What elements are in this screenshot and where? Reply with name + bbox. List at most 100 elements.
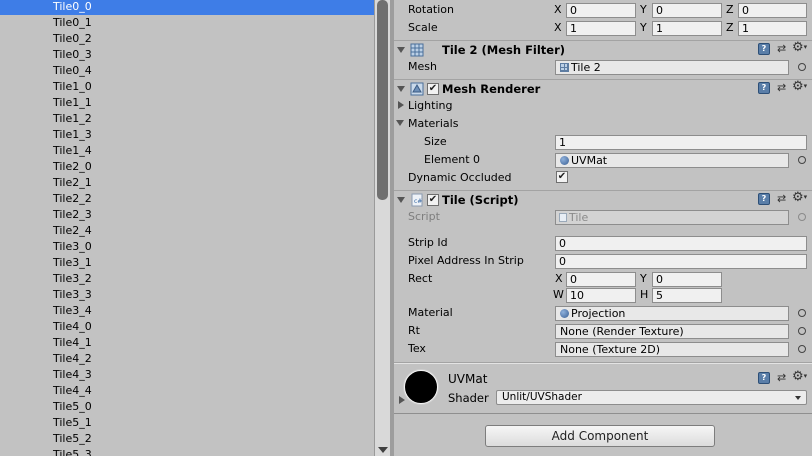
scroll-down-arrow-icon[interactable] bbox=[378, 447, 388, 453]
hierarchy-item[interactable]: Tile2_0 bbox=[0, 159, 374, 175]
hierarchy-item[interactable]: Tile4_1 bbox=[0, 335, 374, 351]
object-picker-icon[interactable] bbox=[798, 327, 806, 335]
scale-x-axis-label: X bbox=[554, 21, 562, 34]
mesh-asset-icon bbox=[560, 63, 569, 72]
pixel-address-field[interactable]: 0 bbox=[555, 254, 807, 269]
hierarchy-item[interactable]: Tile1_0 bbox=[0, 79, 374, 95]
gear-icon[interactable]: ⚙▾ bbox=[792, 370, 807, 385]
hierarchy-item[interactable]: Tile0_0 bbox=[0, 0, 374, 15]
materials-size-field[interactable]: 1 bbox=[555, 135, 807, 150]
hierarchy-item[interactable]: Tile2_3 bbox=[0, 207, 374, 223]
materials-foldout[interactable]: Materials bbox=[408, 117, 458, 131]
hierarchy-item[interactable]: Tile5_0 bbox=[0, 399, 374, 415]
object-picker-icon[interactable] bbox=[798, 309, 806, 317]
tex-object-field[interactable]: None (Texture 2D) bbox=[555, 342, 789, 357]
hierarchy-item[interactable]: Tile2_4 bbox=[0, 223, 374, 239]
preset-icon[interactable]: ⇄ bbox=[777, 192, 786, 206]
rt-object-field[interactable]: None (Render Texture) bbox=[555, 324, 789, 339]
preset-icon[interactable]: ⇄ bbox=[777, 42, 786, 56]
material-name: UVMat bbox=[448, 372, 488, 386]
strip-id-label: Strip Id bbox=[408, 236, 448, 249]
scale-z-field[interactable]: 1 bbox=[738, 21, 807, 36]
rect-w-field[interactable]: 10 bbox=[566, 288, 636, 303]
gear-icon[interactable]: ⚙▾ bbox=[792, 191, 807, 206]
hierarchy-item[interactable]: Tile1_3 bbox=[0, 127, 374, 143]
element0-label: Element 0 bbox=[424, 153, 481, 166]
hierarchy-item[interactable]: Tile1_2 bbox=[0, 111, 374, 127]
gear-icon[interactable]: ⚙▾ bbox=[792, 80, 807, 95]
hierarchy-item[interactable]: Tile3_4 bbox=[0, 303, 374, 319]
scale-x-field[interactable]: 1 bbox=[566, 21, 636, 36]
hierarchy-item[interactable]: Tile1_4 bbox=[0, 143, 374, 159]
material-object-field[interactable]: Projection bbox=[555, 306, 789, 321]
mesh-renderer-enabled-checkbox[interactable]: ✔ bbox=[427, 83, 439, 95]
rotation-x-field[interactable]: 0 bbox=[566, 3, 636, 18]
mesh-filter-header-icons: ? ⇄ ⚙▾ bbox=[758, 41, 808, 56]
preset-icon[interactable]: ⇄ bbox=[777, 81, 786, 95]
help-book-icon[interactable]: ? bbox=[758, 372, 770, 384]
hierarchy-item[interactable]: Tile3_1 bbox=[0, 255, 374, 271]
add-component-button[interactable]: Add Component bbox=[485, 425, 715, 447]
mesh-renderer-title: Mesh Renderer bbox=[442, 82, 541, 96]
rotation-z-field[interactable]: 0 bbox=[738, 3, 807, 18]
hierarchy-item[interactable]: Tile0_4 bbox=[0, 63, 374, 79]
hierarchy-item[interactable]: Tile5_3 bbox=[0, 447, 374, 456]
scale-z-axis-label: Z bbox=[726, 21, 734, 34]
shader-dropdown[interactable]: Unlit/UVShader bbox=[496, 390, 807, 405]
script-label: Script bbox=[408, 210, 440, 223]
hierarchy-scrollbar[interactable] bbox=[374, 0, 390, 456]
hierarchy-item[interactable]: Tile0_1 bbox=[0, 15, 374, 31]
foldout-open-icon[interactable] bbox=[397, 197, 405, 203]
scale-y-field[interactable]: 1 bbox=[652, 21, 722, 36]
rotation-z-axis-label: Z bbox=[726, 3, 734, 16]
hierarchy-item[interactable]: Tile3_0 bbox=[0, 239, 374, 255]
dynamic-occluded-checkbox[interactable]: ✔ bbox=[556, 171, 568, 183]
help-book-icon[interactable]: ? bbox=[758, 82, 770, 94]
object-picker-icon bbox=[798, 213, 806, 221]
hierarchy-item[interactable]: Tile2_1 bbox=[0, 175, 374, 191]
hierarchy-item[interactable]: Tile4_3 bbox=[0, 367, 374, 383]
help-book-icon[interactable]: ? bbox=[758, 193, 770, 205]
foldout-open-icon[interactable] bbox=[397, 47, 405, 53]
strip-id-field[interactable]: 0 bbox=[555, 236, 807, 251]
scale-label: Scale bbox=[408, 21, 438, 34]
preset-icon[interactable]: ⇄ bbox=[777, 371, 786, 385]
help-book-icon[interactable]: ? bbox=[758, 43, 770, 55]
lighting-foldout-closed-icon[interactable] bbox=[398, 101, 404, 109]
hierarchy-item[interactable]: Tile4_4 bbox=[0, 383, 374, 399]
hierarchy-item[interactable]: Tile4_2 bbox=[0, 351, 374, 367]
hierarchy-item[interactable]: Tile2_2 bbox=[0, 191, 374, 207]
hierarchy-item[interactable]: Tile3_2 bbox=[0, 271, 374, 287]
tile-script-enabled-checkbox[interactable]: ✔ bbox=[427, 194, 439, 206]
rotation-y-field[interactable]: 0 bbox=[652, 3, 722, 18]
material-value: Projection bbox=[571, 307, 626, 320]
hierarchy-item[interactable]: Tile3_3 bbox=[0, 287, 374, 303]
rect-h-field[interactable]: 5 bbox=[652, 288, 722, 303]
object-picker-icon[interactable] bbox=[798, 345, 806, 353]
inspector-panel: Rotation X 0 Y 0 Z 0 Scale X 1 Y 1 Z 1 T… bbox=[394, 0, 812, 456]
component-separator-highlight bbox=[394, 363, 812, 364]
hierarchy-item[interactable]: Tile0_2 bbox=[0, 31, 374, 47]
mesh-object-field[interactable]: Tile 2 bbox=[555, 60, 789, 75]
rect-y-axis-label: Y bbox=[640, 272, 647, 285]
hierarchy-item[interactable]: Tile5_2 bbox=[0, 431, 374, 447]
rect-y-field[interactable]: 0 bbox=[652, 272, 722, 287]
materials-foldout-open-icon[interactable] bbox=[396, 120, 404, 126]
lighting-foldout[interactable]: Lighting bbox=[408, 99, 452, 113]
foldout-open-icon[interactable] bbox=[397, 86, 405, 92]
object-picker-icon[interactable] bbox=[798, 156, 806, 164]
scrollbar-thumb[interactable] bbox=[377, 0, 388, 200]
hierarchy-item[interactable]: Tile1_1 bbox=[0, 95, 374, 111]
object-picker-icon[interactable] bbox=[798, 63, 806, 71]
material-foldout-closed-icon[interactable] bbox=[399, 396, 405, 404]
material-ball-icon bbox=[560, 156, 569, 165]
element0-object-field[interactable]: UVMat bbox=[555, 153, 789, 168]
gear-icon[interactable]: ⚙▾ bbox=[792, 41, 807, 56]
dynamic-occluded-label: Dynamic Occluded bbox=[408, 171, 512, 184]
hierarchy-item[interactable]: Tile4_0 bbox=[0, 319, 374, 335]
hierarchy-item[interactable]: Tile5_1 bbox=[0, 415, 374, 431]
script-icon: c# bbox=[410, 193, 424, 207]
hierarchy-item[interactable]: Tile0_3 bbox=[0, 47, 374, 63]
tile-script-header-icons: ? ⇄ ⚙▾ bbox=[758, 191, 808, 206]
rect-x-field[interactable]: 0 bbox=[566, 272, 636, 287]
